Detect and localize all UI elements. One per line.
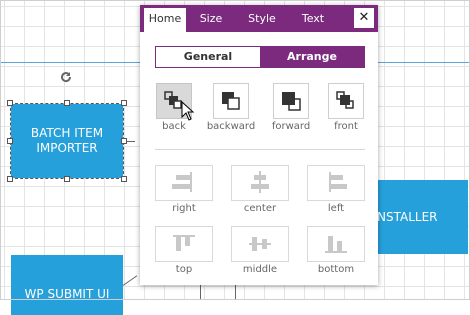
tab-text[interactable]: Text <box>288 5 338 32</box>
align-right-button[interactable] <box>155 165 213 201</box>
resize-handle-ne[interactable] <box>121 100 127 106</box>
align-left-button[interactable] <box>307 165 365 201</box>
resize-handle-n[interactable] <box>64 100 70 106</box>
divider <box>155 149 365 150</box>
align-left-rows-icon <box>329 172 347 192</box>
send-backward-button[interactable] <box>213 83 249 119</box>
align-center-icon <box>251 171 269 193</box>
send-backward-icon <box>222 92 240 110</box>
resize-handle-w[interactable] <box>7 138 13 144</box>
connector <box>235 285 236 300</box>
mouse-cursor-icon <box>181 101 195 121</box>
bring-forward-icon <box>282 92 301 111</box>
align-top-icon <box>173 235 195 251</box>
align-bottom-button[interactable] <box>307 226 365 262</box>
node-installer[interactable]: NSTALLER <box>374 180 468 254</box>
align-top-rows-icon <box>172 172 192 192</box>
align-center-button[interactable] <box>231 165 289 201</box>
resize-handle-se[interactable] <box>121 176 127 182</box>
order-label-back: back <box>162 121 186 132</box>
resize-handle-sw[interactable] <box>7 176 13 182</box>
connector <box>200 285 201 300</box>
general-arrange-toggle: General Arrange <box>155 46 365 68</box>
align-label-top: top <box>175 264 193 275</box>
resize-handle-nw[interactable] <box>7 100 13 106</box>
tab-bar: Home Size Style Text <box>140 5 378 32</box>
align-label-left: left <box>327 203 345 214</box>
align-middle-icon <box>249 237 271 251</box>
align-label-center: center <box>243 203 277 214</box>
segment-arrange[interactable]: Arrange <box>260 47 364 67</box>
order-label-front: front <box>334 121 358 132</box>
align-middle-button[interactable] <box>231 226 289 262</box>
align-top-button[interactable] <box>155 226 213 262</box>
align-label-bottom: bottom <box>317 264 355 275</box>
rotate-icon[interactable] <box>60 71 72 83</box>
align-bottom-icon <box>325 236 347 253</box>
segment-general[interactable]: General <box>156 47 260 67</box>
bring-to-front-icon <box>336 91 354 109</box>
shape-properties-panel: Home Size Style Text ✕ General Arrange b… <box>140 5 378 285</box>
bring-to-front-button[interactable] <box>328 83 364 119</box>
node-label: NSTALLER <box>377 209 438 224</box>
order-label-backward: backward <box>206 121 256 132</box>
resize-handle-s[interactable] <box>64 176 70 182</box>
resize-handle-e[interactable] <box>121 138 127 144</box>
align-label-middle: middle <box>242 264 278 275</box>
bring-forward-button[interactable] <box>273 83 309 119</box>
tab-size[interactable]: Size <box>186 5 236 32</box>
tab-style[interactable]: Style <box>236 5 288 32</box>
tab-home[interactable]: Home <box>144 8 186 32</box>
node-wp-submit-ui[interactable]: WP SUBMIT UI <box>11 255 123 315</box>
order-label-forward: forward <box>271 121 311 132</box>
align-label-right: right <box>172 203 196 214</box>
selection-box <box>10 103 124 179</box>
close-button[interactable]: ✕ <box>354 8 374 28</box>
